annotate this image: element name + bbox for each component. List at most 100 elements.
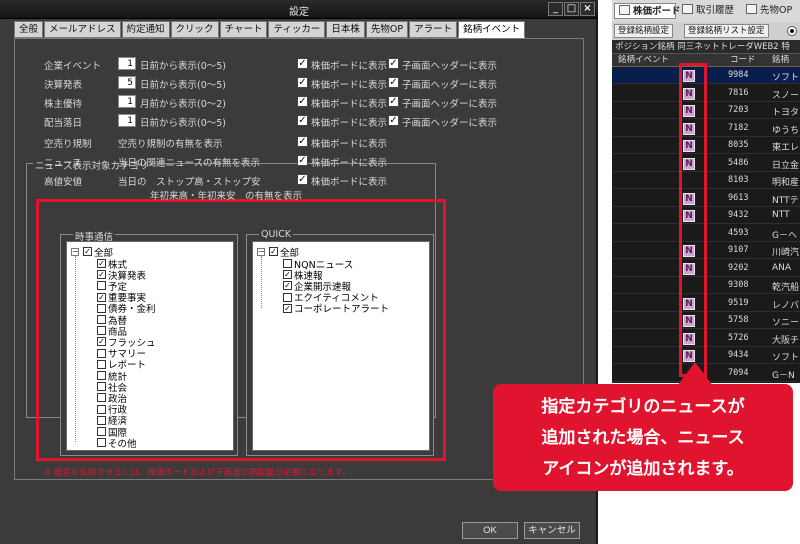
board-tabs: 株価ボード 取引履歴 先物OP [612, 0, 800, 22]
tab-0[interactable]: 全般 [14, 21, 44, 38]
tab-6[interactable]: 日本株 [326, 21, 365, 38]
news-icon-highlight [679, 63, 707, 377]
stock-code: 9432 [728, 210, 749, 220]
stock-name: スノー [772, 90, 800, 101]
other-desc: 空売り規制の有無を表示 [118, 139, 223, 150]
stock-code: 7816 [728, 87, 749, 98]
tab-4[interactable]: チャート [219, 21, 268, 38]
board-display-checkbox[interactable]: ✓ [297, 115, 308, 126]
board-portfolio-tabs[interactable]: ポジション銘柄 同三ネットトレーダWEB2 特 [612, 40, 800, 54]
restart-note: ※ 設定を反映させるには、株価ボードおよび子画面の再起動が必要になります。 [44, 468, 351, 478]
stock-name: レノバ [772, 300, 800, 311]
stock-name: ゆうち [772, 125, 800, 136]
stock-name: NTT [772, 210, 790, 220]
board-display-checkbox[interactable]: ✓ [297, 77, 308, 88]
board-display-checkbox[interactable]: ✓ [297, 58, 308, 69]
tab-3[interactable]: クリック [170, 21, 219, 38]
other-label: ニュース [44, 158, 82, 169]
stock-code: 9434 [728, 350, 749, 360]
tab-trade-history-label: 取引履歴 [696, 5, 735, 16]
sub-header-checkbox[interactable]: ✓ [388, 115, 399, 126]
tab-1[interactable]: メールアドレス [44, 21, 121, 38]
stock-code: 5758 [728, 315, 749, 325]
stock-code: 8035 [728, 140, 749, 150]
event-days-input[interactable]: 1 [118, 114, 136, 127]
sub-header-label: 子画面ヘッダーに表示 [402, 118, 498, 129]
tab-futures-option[interactable]: 先物OP [746, 3, 792, 19]
other-desc: 当日の ストップ高・ストップ安 [118, 177, 261, 188]
tab-9[interactable]: 銘柄イベント [458, 21, 526, 38]
callout-pointer [677, 362, 713, 386]
futures-icon [746, 4, 757, 14]
stock-name: NTTテ [772, 195, 799, 206]
board-radio[interactable] [787, 26, 797, 36]
event-days-input[interactable]: 1 [118, 95, 136, 108]
stock-code: 4593 [728, 227, 749, 238]
board-display-label: 株価ボードに表示 [311, 80, 388, 91]
sub-header-label: 子画面ヘッダーに表示 [402, 99, 498, 110]
event-label: 企業イベント [44, 61, 102, 72]
event-label: 決算発表 [44, 80, 83, 91]
stock-code: 9984 [728, 70, 749, 80]
stock-name: G－ヘ [772, 230, 797, 241]
board-display-checkbox[interactable]: ✓ [297, 136, 308, 147]
other-desc: 当日の関連ニュースの有無を表示 [118, 158, 261, 169]
close-icon[interactable]: × [580, 2, 595, 16]
board-display-checkbox[interactable]: ✓ [297, 174, 308, 185]
stock-name: 明和産 [772, 178, 800, 188]
tab-stock-board[interactable]: 株価ボード [614, 3, 681, 19]
maximize-icon[interactable]: □ [564, 2, 579, 16]
sub-header-checkbox[interactable]: ✓ [388, 77, 399, 88]
tab-8[interactable]: アラート [409, 21, 458, 38]
board-display-checkbox[interactable]: ✓ [297, 96, 308, 107]
board-display-label: 株価ボードに表示 [311, 139, 388, 150]
stock-name: 大阪チ [772, 335, 800, 346]
stock-code: 7182 [728, 122, 749, 133]
sub-header-checkbox[interactable]: ✓ [388, 58, 399, 69]
event-days-suffix: 月前から表示(0〜2) [140, 99, 227, 110]
stock-code: 9613 [728, 192, 749, 203]
stock-name: G－N [772, 370, 795, 381]
stock-code: 7203 [728, 105, 749, 115]
stock-name: ソフト [772, 353, 800, 363]
ok-button[interactable]: OK [462, 522, 518, 539]
tab-7[interactable]: 先物OP [365, 21, 409, 38]
stock-name: ANA [772, 262, 792, 273]
tab-2[interactable]: 約定通知 [121, 21, 170, 38]
dialog-titlebar[interactable]: 設定 _ □ × [0, 0, 598, 19]
header-event: 銘柄イベント [618, 55, 670, 65]
settings-tabs: 全般 メールアドレス 約定通知 クリック チャート ティッカー 日本株 先物OP アラート 銘柄イ… [14, 21, 526, 38]
high-low-desc-line2: 年初来高・年初来安 の有無を表示 [150, 191, 303, 202]
tab-stock-board-label: 株価ボード [633, 6, 681, 17]
board-display-label: 株価ボードに表示 [311, 177, 388, 188]
stock-name: ソフト [772, 73, 800, 83]
tab-5[interactable]: ティッカー [268, 21, 326, 38]
event-days-input[interactable]: 5 [118, 76, 136, 89]
stock-name: 東エレ [772, 143, 800, 153]
board-button-row: 登録銘柄設定 登録銘柄リスト設定 [612, 22, 800, 40]
board-display-label: 株価ボードに表示 [311, 158, 388, 169]
minimize-icon[interactable]: _ [548, 2, 563, 16]
other-label: 高値安値 [44, 177, 83, 188]
board-display-label: 株価ボードに表示 [311, 61, 388, 72]
stock-name: 乾汽船 [772, 283, 800, 293]
register-stock-button[interactable]: 登録銘柄設定 [614, 24, 674, 38]
tab-trade-history[interactable]: 取引履歴 [682, 3, 734, 19]
stock-code: 8103 [728, 175, 749, 185]
event-days-input[interactable]: 1 [118, 57, 136, 70]
board-display-checkbox[interactable]: ✓ [297, 155, 308, 166]
sub-header-label: 子画面ヘッダーに表示 [402, 80, 498, 91]
stock-code: 5726 [728, 332, 749, 343]
dialog-title: 設定 [289, 7, 309, 18]
register-list-button[interactable]: 登録銘柄リスト設定 [684, 24, 769, 38]
callout-box: 指定カテゴリのニュースが 追加された場合、ニュース アイコンが追加されます。 [493, 384, 793, 491]
board-display-label: 株価ボードに表示 [311, 99, 388, 110]
stock-code: 9107 [728, 245, 749, 255]
stock-name: トヨタ [772, 108, 800, 118]
header-name: 銘柄 [772, 55, 790, 65]
tab-futures-option-label: 先物OP [760, 5, 793, 16]
callout-line-1: 指定カテゴリのニュースが [541, 397, 745, 417]
sub-header-checkbox[interactable]: ✓ [388, 96, 399, 107]
cancel-button[interactable]: キャンセル [524, 522, 580, 539]
event-days-suffix: 日前から表示(0〜5) [140, 61, 227, 72]
